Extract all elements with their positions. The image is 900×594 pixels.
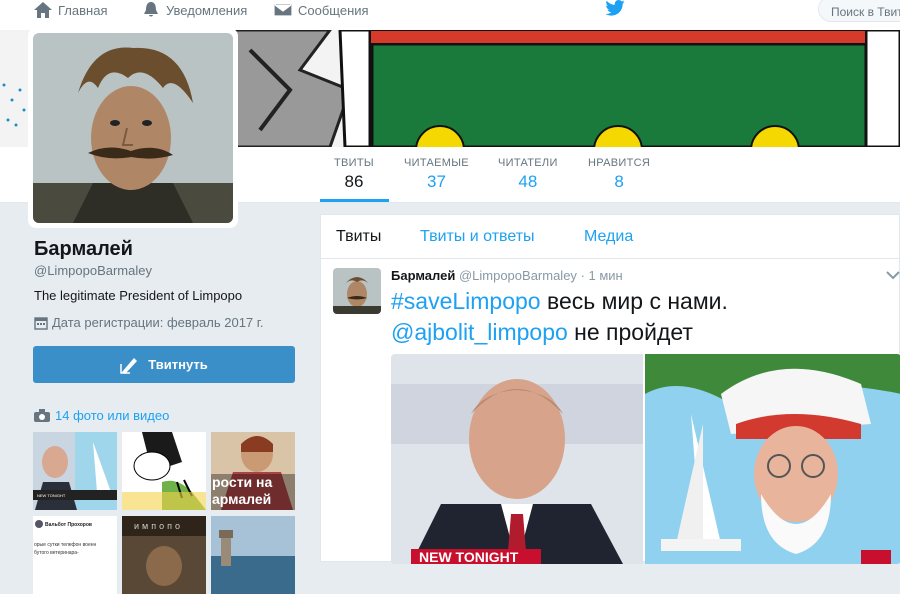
photos-videos-link[interactable]: 14 фото или видео xyxy=(34,408,169,423)
tweet-author[interactable]: Бармалей xyxy=(391,268,455,283)
tweet-header: Бармалей @LimpopoBarmaley · 1 мин xyxy=(391,268,623,283)
svg-text:орые сутки телефон военн: орые сутки телефон военн xyxy=(34,542,96,548)
stat-likes-value: 8 xyxy=(614,172,624,191)
svg-text:импопо: импопо xyxy=(134,521,183,531)
tab-media[interactable]: Медиа xyxy=(584,228,633,246)
stat-followers[interactable]: ЧИТАТЕЛИ 48 xyxy=(498,157,558,192)
nav-notifications[interactable]: Уведомления xyxy=(142,0,247,20)
tweet-text-part1: весь мир с нами. xyxy=(540,288,728,314)
chevron-down-icon[interactable] xyxy=(886,270,900,280)
tweet-media[interactable]: NEW TONIGHT xyxy=(391,354,900,564)
compose-icon xyxy=(120,357,138,374)
envelope-icon xyxy=(274,3,292,17)
nav-home-label: Главная xyxy=(58,2,108,18)
profile-bio: The legitimate President of Limpopo xyxy=(34,288,243,303)
profile-avatar-frame[interactable] xyxy=(28,28,238,228)
tweet-to-button[interactable]: Твитнуть xyxy=(33,346,295,383)
stat-likes-label: НРАВИТСЯ xyxy=(588,157,651,169)
svg-text:Вальбот Прохоров: Вальбот Прохоров xyxy=(45,521,92,528)
timeline-tabs: Твиты Твиты и ответы Медиа xyxy=(321,215,899,259)
stat-following-value: 37 xyxy=(426,172,446,191)
stat-following[interactable]: ЧИТАЕМЫЕ 37 xyxy=(404,157,469,192)
stat-followers-value: 48 xyxy=(518,172,538,191)
timeline: Твиты Твиты и ответы Медиа Бармалей @Lim… xyxy=(320,214,900,564)
profile-join-date: Дата регистрации: февраль 2017 г. xyxy=(34,315,264,330)
tab-tweets-replies[interactable]: Твиты и ответы xyxy=(420,228,535,246)
stat-followers-label: ЧИТАТЕЛИ xyxy=(498,157,558,169)
twitter-bird-icon[interactable] xyxy=(604,0,626,16)
top-nav: Главная Уведомления Сообщения Поиск в Тв… xyxy=(0,0,900,30)
svg-text:NEW TONIGHT: NEW TONIGHT xyxy=(37,493,66,498)
nav-messages-label: Сообщения xyxy=(298,2,369,18)
tweet-handle[interactable]: @LimpopoBarmaley xyxy=(459,268,577,283)
avatar-image xyxy=(33,33,233,223)
photos-videos-label: 14 фото или видео xyxy=(55,408,170,423)
svg-text:армалей: армалей xyxy=(212,491,271,507)
media-thumb-3[interactable]: рости на армалей xyxy=(211,432,295,510)
tweet-time[interactable]: · 1 мин xyxy=(581,268,623,283)
tab-tweets[interactable]: Твиты xyxy=(336,228,381,246)
search-input[interactable]: Поиск в Твит xyxy=(818,0,900,22)
nav-home[interactable]: Главная xyxy=(34,0,107,20)
stat-following-label: ЧИТАЕМЫЕ xyxy=(404,157,469,169)
media-thumb-6[interactable] xyxy=(211,516,295,594)
media-thumb-2[interactable] xyxy=(122,432,206,510)
calendar-icon xyxy=(34,316,48,330)
bell-icon xyxy=(144,2,158,17)
nav-messages[interactable]: Сообщения xyxy=(274,0,369,20)
tweet-text: #saveLimpopo весь мир с нами. @ajbolit_l… xyxy=(391,286,891,348)
svg-text:рости на: рости на xyxy=(212,474,273,490)
media-thumb-1[interactable]: NEW TONIGHT xyxy=(33,432,117,510)
tweet-media-image: NEW TONIGHT xyxy=(391,354,900,564)
profile-handle[interactable]: @LimpopoBarmaley xyxy=(34,263,152,278)
tweet-mention[interactable]: @ajbolit_limpopo xyxy=(391,319,568,345)
join-date-text: Дата регистрации: февраль 2017 г. xyxy=(52,315,264,330)
stat-tweets-value: 86 xyxy=(344,172,364,191)
avatar xyxy=(33,33,233,223)
nav-notifications-label: Уведомления xyxy=(166,2,248,18)
media-thumb-4[interactable]: Вальбот Прохоров орые сутки телефон военн… xyxy=(33,516,117,594)
tweet-to-button-label: Твитнуть xyxy=(148,357,208,372)
tweet-hashtag[interactable]: #saveLimpopo xyxy=(391,288,541,314)
home-icon xyxy=(34,2,52,18)
stat-tweets[interactable]: ТВИТЫ 86 xyxy=(334,157,374,192)
active-stat-underline xyxy=(320,199,389,202)
tweet-avatar[interactable] xyxy=(333,268,381,314)
tweet-text-part2: не пройдет xyxy=(567,319,693,345)
svg-text:бутого ветеринара-: бутого ветеринара- xyxy=(34,550,79,556)
profile-name: Бармалей xyxy=(34,238,133,260)
stat-likes[interactable]: НРАВИТСЯ 8 xyxy=(588,157,650,192)
camera-icon xyxy=(34,409,50,422)
stat-tweets-label: ТВИТЫ xyxy=(334,157,374,169)
media-thumb-5[interactable]: импопо xyxy=(122,516,206,594)
